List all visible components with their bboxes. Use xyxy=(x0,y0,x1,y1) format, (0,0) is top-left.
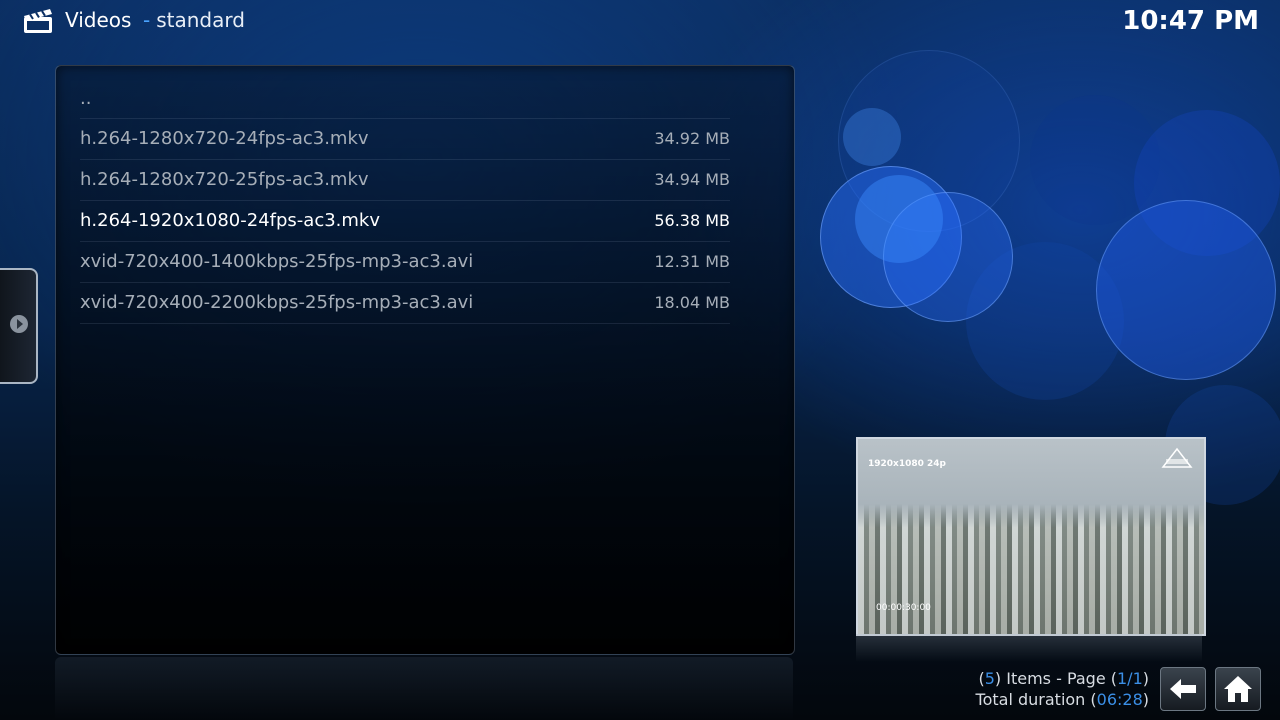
bokeh-decoration xyxy=(1134,110,1280,256)
view-mode-label: - standard xyxy=(143,8,245,32)
list-item-selected[interactable]: h.264-1920x1080-24fps-ac3.mkv 56.38 MB xyxy=(80,201,730,242)
list-item[interactable]: xvid-720x400-2200kbps-25fps-mp3-ac3.avi … xyxy=(80,283,730,324)
city-skyline-image xyxy=(858,504,1204,634)
clock: 10:47 PM xyxy=(1122,6,1259,36)
separator-dash: - xyxy=(143,8,151,32)
list-item-size: 34.92 MB xyxy=(654,129,730,148)
panel-reflection xyxy=(55,657,793,720)
list-item[interactable]: xvid-720x400-1400kbps-25fps-mp3-ac3.avi … xyxy=(80,242,730,283)
bokeh-decoration xyxy=(1096,200,1276,380)
bokeh-decoration xyxy=(966,242,1124,400)
arrow-right-icon xyxy=(10,315,28,333)
page-indicator: 1/1 xyxy=(1117,669,1143,688)
list-item-name: .. xyxy=(80,88,92,109)
list-item-name: h.264-1280x720-24fps-ac3.mkv xyxy=(80,128,369,149)
list-item[interactable]: h.264-1280x720-25fps-ac3.mkv 34.94 MB xyxy=(80,160,730,201)
bokeh-decoration xyxy=(883,192,1013,322)
page-title: Videos xyxy=(65,8,132,32)
thumbnail-timecode: 00:00:30:00 xyxy=(876,603,931,613)
home-icon xyxy=(1224,676,1252,702)
home-button[interactable] xyxy=(1215,667,1261,711)
back-button[interactable] xyxy=(1160,667,1206,711)
video-thumbnail: 1920x1080 24p 00:00:30:00 xyxy=(856,437,1206,636)
side-menu-tab[interactable] xyxy=(0,268,38,384)
total-duration-info: Total duration (06:28) xyxy=(975,690,1149,709)
bokeh-decoration xyxy=(820,166,962,308)
file-list: .. h.264-1280x720-24fps-ac3.mkv 34.92 MB… xyxy=(80,78,730,324)
list-item-size: 56.38 MB xyxy=(654,211,730,230)
list-item-size: 12.31 MB xyxy=(654,252,730,271)
duration-value: 06:28 xyxy=(1096,690,1143,709)
items-page-info: (5) Items - Page (1/1) xyxy=(978,669,1149,688)
list-item-name: xvid-720x400-2200kbps-25fps-mp3-ac3.avi xyxy=(80,292,474,313)
list-item[interactable]: h.264-1280x720-24fps-ac3.mkv 34.92 MB xyxy=(80,119,730,160)
back-arrow-icon xyxy=(1170,679,1196,699)
list-item-size: 34.94 MB xyxy=(654,170,730,189)
list-item-name: xvid-720x400-1400kbps-25fps-mp3-ac3.avi xyxy=(80,251,474,272)
items-count: 5 xyxy=(984,669,995,688)
header-bar: Videos - standard 10:47 PM xyxy=(0,0,1280,44)
view-mode-text: standard xyxy=(156,8,245,32)
duration-label: Total duration xyxy=(975,690,1086,709)
list-item-parent-folder[interactable]: .. xyxy=(80,78,730,119)
items-page-label: Items - Page xyxy=(1006,669,1106,688)
bokeh-decoration xyxy=(843,108,901,166)
watermark-logo-icon xyxy=(1161,447,1193,468)
bokeh-decoration xyxy=(855,175,943,263)
footer-info: (5) Items - Page (1/1) Total duration (0… xyxy=(976,668,1149,710)
list-item-name: h.264-1280x720-25fps-ac3.mkv xyxy=(80,169,369,190)
thumbnail-reflection xyxy=(856,634,1202,662)
list-item-name: h.264-1920x1080-24fps-ac3.mkv xyxy=(80,210,380,231)
bokeh-decoration xyxy=(1030,95,1160,225)
bokeh-decoration xyxy=(838,50,1020,232)
clapperboard-icon xyxy=(24,9,52,33)
thumbnail-resolution-label: 1920x1080 24p xyxy=(868,459,947,469)
list-item-size: 18.04 MB xyxy=(654,293,730,312)
